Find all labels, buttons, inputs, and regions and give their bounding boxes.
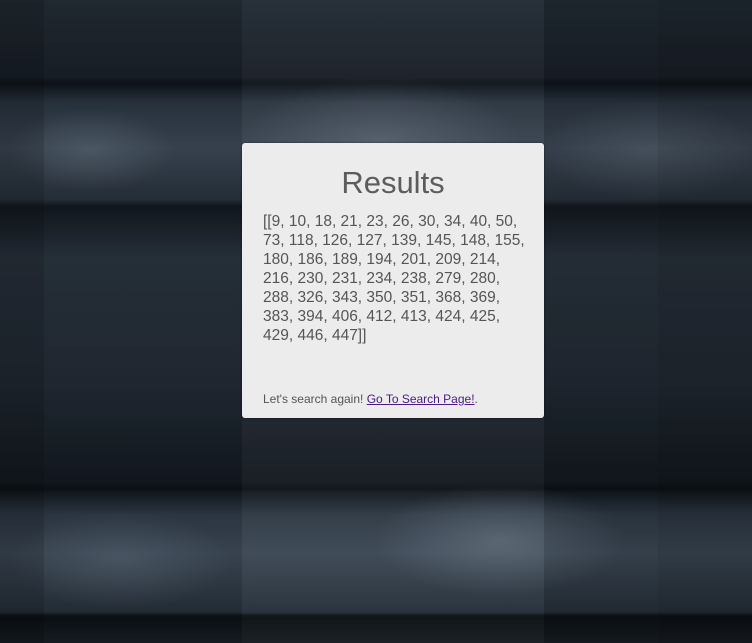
footer-period: . bbox=[474, 392, 478, 406]
results-title: Results bbox=[341, 165, 445, 200]
search-again-line: Let's search again! Go To Search Page!. bbox=[263, 392, 478, 406]
background-band bbox=[0, 0, 752, 82]
go-to-search-page-link[interactable]: Go To Search Page! bbox=[367, 392, 475, 406]
search-again-text: Let's search again! bbox=[263, 392, 367, 406]
results-card: Results [[9, 10, 18, 21, 23, 26, 30, 34,… bbox=[242, 143, 544, 418]
background-band bbox=[0, 614, 752, 643]
results-list: [[9, 10, 18, 21, 23, 26, 30, 34, 40, 50,… bbox=[263, 213, 525, 344]
